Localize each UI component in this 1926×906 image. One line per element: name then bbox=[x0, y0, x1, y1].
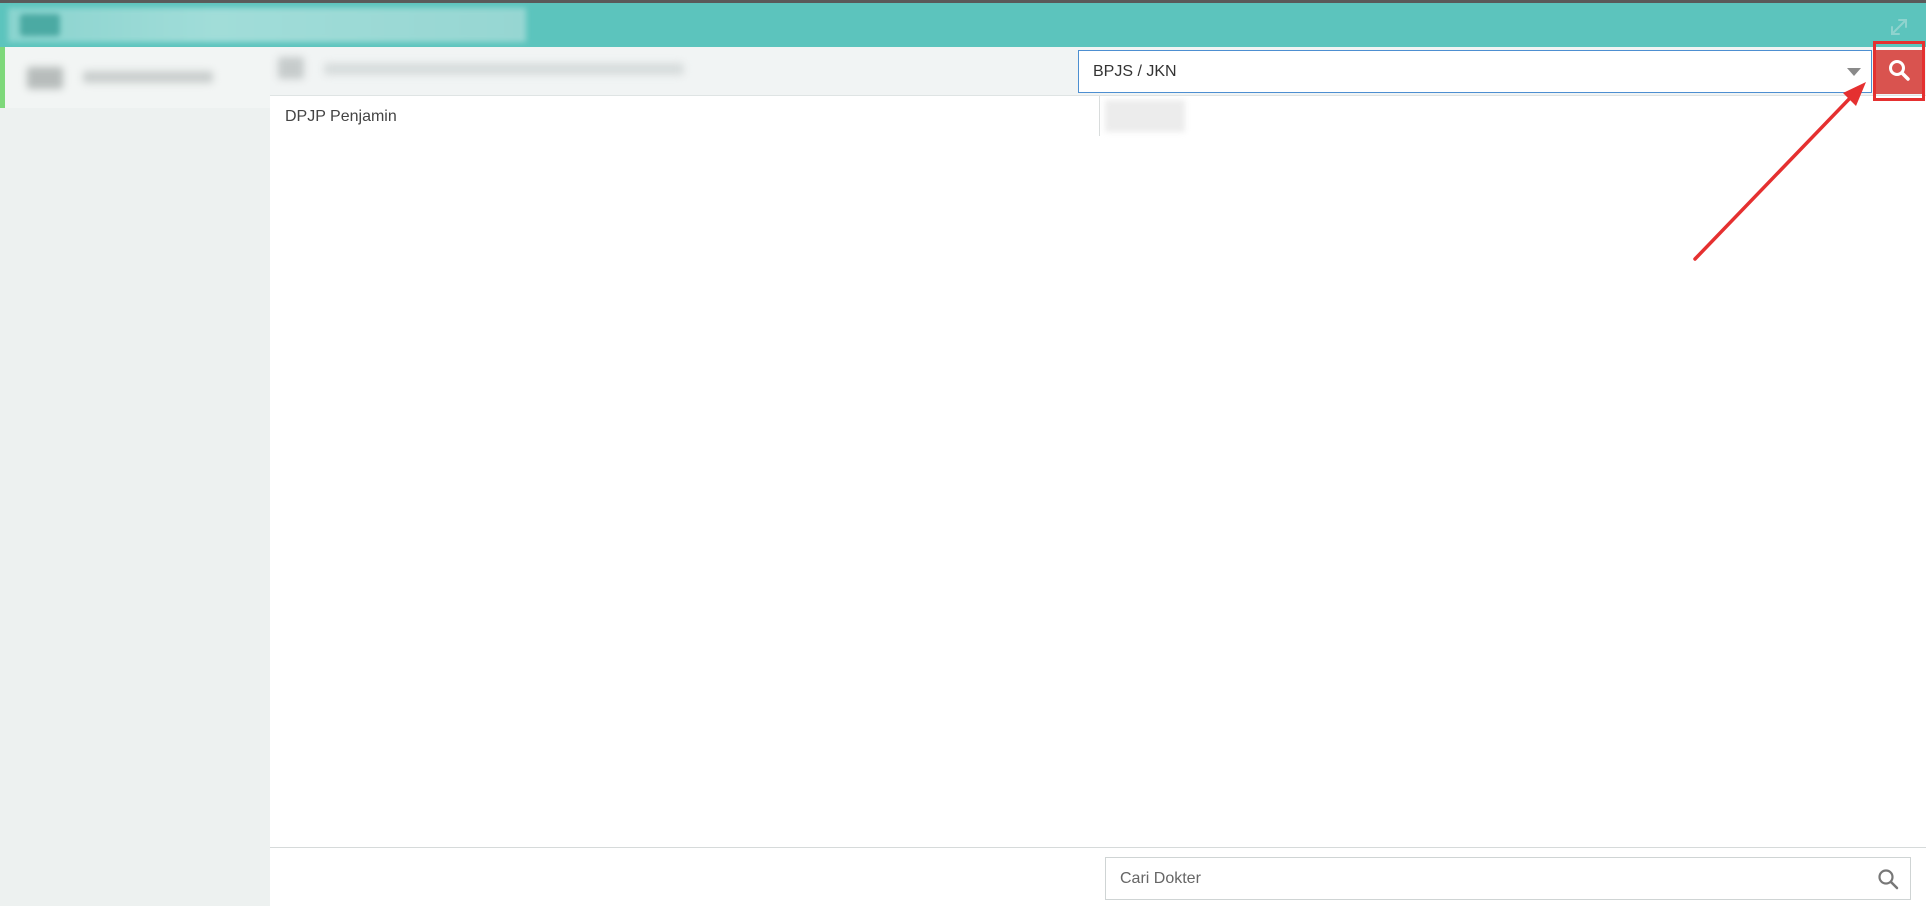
redacted-sidebar-label bbox=[23, 59, 233, 93]
redacted-row-value bbox=[1105, 100, 1185, 132]
app-header bbox=[0, 3, 1926, 47]
redacted-app-title bbox=[8, 8, 526, 42]
footer bbox=[270, 847, 1926, 906]
search-icon bbox=[1887, 58, 1911, 87]
chevron-down-icon[interactable] bbox=[1847, 68, 1861, 76]
column-divider bbox=[1099, 96, 1100, 136]
sidebar-item-active[interactable] bbox=[0, 47, 270, 108]
search-icon[interactable] bbox=[1876, 867, 1900, 891]
penjamin-select-value: BPJS / JKN bbox=[1093, 63, 1177, 80]
doctor-search-input[interactable] bbox=[1106, 858, 1866, 899]
doctor-search-field bbox=[1105, 857, 1911, 900]
redacted-toolbar-title bbox=[270, 53, 710, 83]
expand-arrows-icon[interactable] bbox=[1888, 16, 1910, 38]
search-button[interactable] bbox=[1876, 50, 1922, 94]
sidebar bbox=[0, 47, 270, 906]
table-row: DPJP Penjamin bbox=[270, 96, 1926, 136]
penjamin-select[interactable]: BPJS / JKN bbox=[1078, 50, 1872, 93]
row-label: DPJP Penjamin bbox=[285, 108, 397, 125]
